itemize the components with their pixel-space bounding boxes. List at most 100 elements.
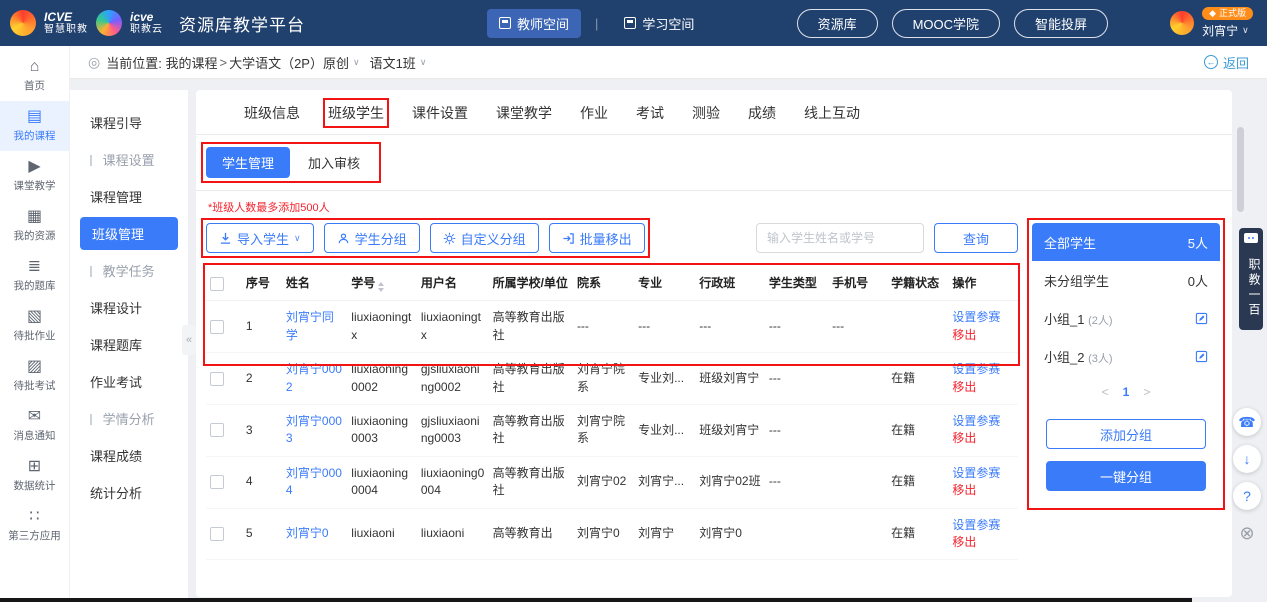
sidebar-item-home[interactable]: ⌂ 首页 (0, 51, 69, 101)
row-checkbox[interactable] (210, 527, 224, 541)
set-contest-link[interactable]: 设置参赛 (952, 517, 1014, 534)
group-students-button[interactable]: 学生分组 (324, 223, 420, 253)
menu-section-learning-analysis[interactable]: 学情分析 (70, 400, 188, 437)
tab-class-info[interactable]: 班级信息 (244, 103, 300, 123)
menu-course-grades[interactable]: 课程成绩 (70, 437, 188, 474)
menu-course-design[interactable]: 课程设计 (70, 289, 188, 326)
menu-course-question-bank[interactable]: 课程题库 (70, 326, 188, 363)
menu-course-management[interactable]: 课程管理 (70, 178, 188, 215)
menu-course-guide[interactable]: 课程引导 (70, 104, 188, 141)
menu-statistics-analysis[interactable]: 统计分析 (70, 474, 188, 511)
set-contest-link[interactable]: 设置参赛 (952, 361, 1014, 378)
tab-classroom-teaching[interactable]: 课堂教学 (496, 103, 552, 123)
edit-group-icon[interactable] (1195, 312, 1208, 325)
menu-section-course-settings[interactable]: 课程设置 (70, 141, 188, 178)
row-checkbox[interactable] (210, 320, 224, 334)
all-students-row[interactable]: 全部学生 5人 (1032, 223, 1220, 261)
小组_1[interactable]: 小组_1 (2人) (1032, 299, 1220, 337)
col-department: 院系 (573, 267, 634, 301)
back-label: 返回 (1223, 53, 1249, 72)
tab-exam[interactable]: 考试 (636, 103, 664, 123)
student-name-link[interactable]: 刘宵宁0003 (286, 414, 342, 445)
resource-library-button[interactable]: 资源库 (797, 9, 878, 38)
back-link[interactable]: ← 返回 (1204, 53, 1249, 72)
zhijiao-100-widget[interactable]: 职教一百 (1237, 228, 1265, 330)
menu-section-teaching-tasks[interactable]: 教学任务 (70, 252, 188, 289)
sort-student-id-icon[interactable] (378, 282, 384, 292)
tab-online-interaction[interactable]: 线上互动 (804, 103, 860, 123)
close-float-icon[interactable]: ⊗ (1233, 519, 1261, 547)
edit-group-icon[interactable] (1195, 350, 1208, 363)
set-contest-link[interactable]: 设置参赛 (952, 309, 1014, 326)
students-table-scroll[interactable]: 序号 姓名 学号 用户名 所属学校/单位 院系 专业 行政班 学生类型 手机 (206, 267, 1018, 577)
batch-remove-button[interactable]: 批量移出 (549, 223, 645, 253)
student-name-link[interactable]: 刘宵宁0 (286, 526, 329, 540)
set-contest-link[interactable]: 设置参赛 (952, 413, 1014, 430)
next-page-button[interactable]: > (1143, 385, 1150, 399)
sidebar-item-my-courses[interactable]: ▤ 我的课程 (0, 101, 69, 151)
student-search-input[interactable] (756, 223, 924, 253)
breadcrumb-my-courses[interactable]: 我的课程 (165, 53, 217, 72)
sidebar-item-third-party[interactable]: ∷ 第三方应用 (0, 501, 69, 551)
row-checkbox[interactable] (210, 372, 224, 386)
auto-group-button[interactable]: 一键分组 (1046, 461, 1206, 491)
page-scrollbar-thumb[interactable] (1237, 127, 1244, 212)
小组_2[interactable]: 小组_2 (3人) (1032, 337, 1220, 375)
set-contest-link[interactable]: 设置参赛 (952, 465, 1014, 482)
row-checkbox[interactable] (210, 423, 224, 437)
zhijiao-100-tab[interactable]: 职教一百 (1239, 248, 1263, 330)
subtab-student-management[interactable]: 学生管理 (206, 147, 290, 178)
zhijiao-100-icon (1239, 228, 1263, 248)
remove-student-link[interactable]: 移出 (952, 534, 1014, 551)
sidebar-collapse-handle[interactable]: « (182, 325, 196, 355)
sidebar-item-classroom-teaching[interactable]: ▶ 课堂教学 (0, 151, 69, 201)
course-caret-icon[interactable]: ∨ (353, 57, 360, 68)
my-resources-icon: ▦ (27, 209, 42, 225)
subtab-join-review[interactable]: 加入审核 (292, 147, 376, 178)
cell-school: 高等教育出版社 (489, 353, 573, 405)
prev-page-button[interactable]: < (1102, 385, 1109, 399)
tab-homework[interactable]: 作业 (580, 103, 608, 123)
custom-group-button[interactable]: 自定义分组 (430, 223, 539, 253)
teacher-space-tab[interactable]: 教师空间 (487, 9, 581, 38)
sidebar-item-pending-homework[interactable]: ▧ 待批作业 (0, 301, 69, 351)
icve-logo-icon (10, 10, 36, 36)
menu-class-management[interactable]: 班级管理 (80, 217, 178, 250)
import-students-button[interactable]: 导入学生 ∨ (206, 223, 314, 253)
sidebar-item-pending-exams[interactable]: ▨ 待批考试 (0, 351, 69, 401)
remove-student-link[interactable]: 移出 (952, 379, 1014, 396)
user-menu[interactable]: 刘宵宁 ∨ (1202, 22, 1249, 39)
smart-screencast-button[interactable]: 智能投屏 (1014, 9, 1108, 38)
search-button[interactable]: 查询 (934, 223, 1018, 253)
help-icon[interactable]: ? (1233, 482, 1261, 510)
class-caret-icon[interactable]: ∨ (420, 57, 427, 68)
tab-class-students[interactable]: 班级学生 (328, 103, 384, 123)
remove-student-link[interactable]: 移出 (952, 482, 1014, 499)
sidebar-item-statistics[interactable]: ⊞ 数据统计 (0, 451, 69, 501)
page-number[interactable]: 1 (1123, 385, 1130, 399)
breadcrumb-course-dropdown[interactable]: 大学语文（2P）原创 (229, 53, 349, 72)
student-name-link[interactable]: 刘宵宁0004 (286, 466, 342, 497)
tab-quiz[interactable]: 测验 (692, 103, 720, 123)
sidebar-item-my-question-bank[interactable]: ≣ 我的题库 (0, 251, 69, 301)
tab-grades[interactable]: 成绩 (748, 103, 776, 123)
brand-area: ICVE 智慧职教 icve 职教云 资源库教学平台 (10, 10, 305, 36)
select-all-checkbox[interactable] (210, 277, 224, 291)
breadcrumb-class-dropdown[interactable]: 语文1班 (370, 53, 416, 72)
menu-homework-exam[interactable]: 作业考试 (70, 363, 188, 400)
sidebar-item-my-resources[interactable]: ▦ 我的资源 (0, 201, 69, 251)
tab-courseware-settings[interactable]: 课件设置 (412, 103, 468, 123)
student-name-link[interactable]: 刘宵宁0002 (286, 362, 342, 393)
user-name: 刘宵宁 (1202, 22, 1238, 39)
ungrouped-students-row[interactable]: 未分组学生 0人 (1032, 261, 1220, 299)
add-group-button[interactable]: 添加分组 (1046, 419, 1206, 449)
remove-student-link[interactable]: 移出 (952, 430, 1014, 447)
sidebar-item-messages[interactable]: ✉ 消息通知 (0, 401, 69, 451)
learning-space-tab[interactable]: 学习空间 (612, 9, 706, 38)
download-float-icon[interactable]: ↓ (1233, 445, 1261, 473)
student-name-link[interactable]: 刘宵宁同学 (286, 310, 334, 341)
row-checkbox[interactable] (210, 475, 224, 489)
mooc-college-button[interactable]: MOOC学院 (892, 9, 1000, 38)
remove-student-link[interactable]: 移出 (952, 327, 1014, 344)
customer-service-icon[interactable]: ☎ (1233, 408, 1261, 436)
